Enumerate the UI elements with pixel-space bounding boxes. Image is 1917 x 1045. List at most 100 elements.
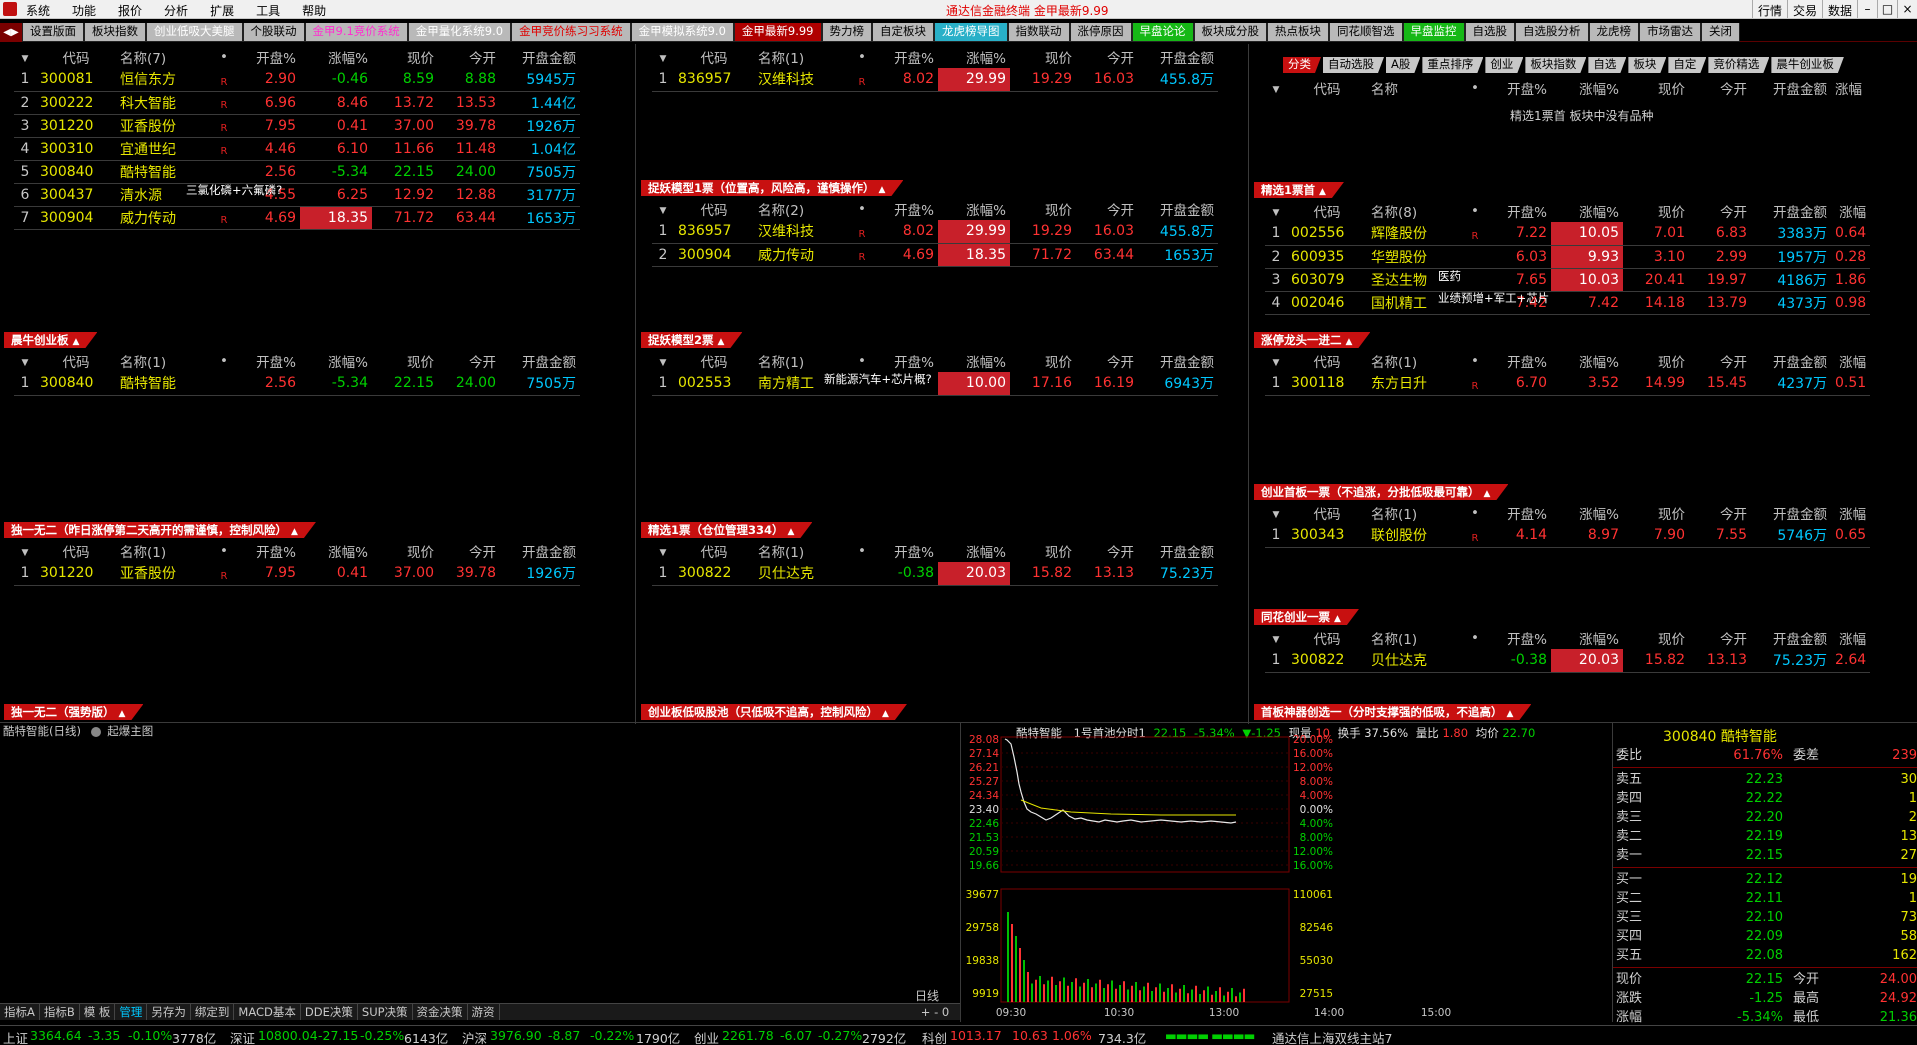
column-header[interactable]: 现价 xyxy=(1623,350,1689,372)
minimize-icon[interactable]: – xyxy=(1857,0,1877,18)
column-header[interactable]: 现价 xyxy=(1623,502,1689,524)
column-header[interactable]: 开盘% xyxy=(870,46,938,68)
column-header[interactable]: 代码 xyxy=(1287,502,1367,524)
tab-0[interactable]: 设置版面 xyxy=(22,23,84,42)
column-header[interactable]: ▼ xyxy=(652,540,674,562)
tab-21[interactable]: 龙虎榜 xyxy=(1588,23,1639,42)
column-header[interactable]: • xyxy=(854,540,870,562)
category-button[interactable]: 竞价精选 xyxy=(1708,57,1769,73)
column-header[interactable]: 现价 xyxy=(1010,540,1076,562)
tab-17[interactable]: 同花顺智选 xyxy=(1329,23,1403,42)
menu-item[interactable]: 功能 xyxy=(72,2,96,19)
category-button[interactable]: 自定 xyxy=(1668,57,1706,73)
column-header[interactable]: 今开 xyxy=(1689,350,1751,372)
sh-label[interactable]: 上证 xyxy=(3,1028,28,1045)
menu-item[interactable]: 扩展 xyxy=(210,2,234,19)
column-header[interactable]: 涨幅% xyxy=(1551,200,1623,222)
column-header[interactable]: 涨幅% xyxy=(300,46,372,68)
table-row[interactable]: 1 836957 汉维科技 R 8.02 29.99 19.29 16.03 455.8万 xyxy=(652,68,1218,92)
column-header[interactable]: 现价 xyxy=(1623,77,1689,99)
column-header[interactable]: 名称(1) xyxy=(1367,350,1467,372)
column-header[interactable]: 开盘% xyxy=(1483,627,1551,649)
column-header[interactable]: 今开 xyxy=(1689,77,1751,99)
column-header[interactable]: 涨幅 xyxy=(1831,627,1870,649)
indicator-tab[interactable]: MACD基本 xyxy=(234,1004,301,1020)
category-button[interactable]: 板块指数 xyxy=(1525,57,1586,73)
column-header[interactable]: ▼ xyxy=(652,46,674,68)
category-button[interactable]: 自动选股 xyxy=(1323,57,1384,73)
column-header[interactable]: 名称(1) xyxy=(754,350,854,372)
tab-8[interactable]: 金甲最新9.99 xyxy=(733,23,822,42)
table-row[interactable]: 1 002553 南方精工 10.00 17.16 16.19 6943万 xyxy=(652,372,1218,396)
indicator-tab[interactable]: 模 板 xyxy=(80,1004,116,1020)
column-header[interactable]: • xyxy=(1467,350,1483,372)
tab-9[interactable]: 势力榜 xyxy=(821,23,872,42)
column-header[interactable]: 开盘% xyxy=(232,350,300,372)
tab-23[interactable]: 关闭 xyxy=(1701,23,1740,42)
table-row[interactable]: 1 836957 汉维科技 R 8.02 29.99 19.29 16.03 455.8万 xyxy=(652,220,1218,244)
tab-19[interactable]: 自选股 xyxy=(1464,23,1515,42)
column-header[interactable]: 名称(1) xyxy=(116,350,216,372)
panel-title[interactable]: 创业板低吸股池（只低吸不追高，控制风险） xyxy=(641,704,907,720)
table-row[interactable]: 4 300310 宜通世纪 R 4.46 6.10 11.66 11.48 1.04亿 xyxy=(14,137,580,161)
column-header[interactable]: 现价 xyxy=(372,350,438,372)
tab-16[interactable]: 热点板块 xyxy=(1267,23,1329,42)
column-header[interactable]: 今开 xyxy=(1076,198,1138,220)
quote-button[interactable]: 行情 xyxy=(1751,0,1787,18)
column-header[interactable]: 开盘金额 xyxy=(500,350,580,372)
column-header[interactable]: 涨幅 xyxy=(1831,77,1866,99)
column-header[interactable]: 名称(1) xyxy=(754,46,854,68)
indicator-tab[interactable]: 指标B xyxy=(40,1004,80,1020)
panel-title[interactable]: 捉妖模型1票（位置高，风险高，谨慎操作） xyxy=(641,180,903,196)
category-button[interactable]: 晨牛创业板 xyxy=(1771,57,1844,73)
column-header[interactable]: • xyxy=(216,46,232,68)
sz-label[interactable]: 深证 xyxy=(230,1028,255,1045)
indicator-tab[interactable]: 另存为 xyxy=(147,1004,191,1020)
column-header[interactable]: 现价 xyxy=(372,540,438,562)
column-header[interactable]: 开盘金额 xyxy=(1138,540,1218,562)
column-header[interactable]: 开盘% xyxy=(870,350,938,372)
column-header[interactable]: 涨幅% xyxy=(1551,77,1623,99)
column-header[interactable]: 今开 xyxy=(1076,46,1138,68)
close-icon[interactable]: × xyxy=(1897,0,1917,18)
menu-item[interactable]: 工具 xyxy=(256,2,280,19)
tab-20[interactable]: 自选股分析 xyxy=(1515,23,1589,42)
maximize-icon[interactable]: □ xyxy=(1877,0,1897,18)
kline-overlay-label[interactable]: 起爆主图 xyxy=(107,724,153,738)
column-header[interactable]: • xyxy=(854,350,870,372)
period-label[interactable]: 日线 xyxy=(915,987,939,1004)
column-header[interactable]: ▼ xyxy=(14,46,36,68)
column-header[interactable]: 代码 xyxy=(674,350,754,372)
menu-item[interactable]: 系统 xyxy=(26,2,50,19)
column-header[interactable]: 现价 xyxy=(1623,200,1689,222)
table-row[interactable]: 6 300437 清水源 4.55 6.25 12.92 12.88 3177万 xyxy=(14,183,580,207)
column-header[interactable]: 名称 xyxy=(1367,77,1467,99)
column-header[interactable]: 开盘% xyxy=(870,540,938,562)
column-header[interactable]: 涨幅% xyxy=(938,198,1010,220)
panel-title[interactable]: 独一无二（昨日涨停第二天高开的需谨慎，控制风险） xyxy=(4,522,316,538)
table-row[interactable]: 2 300904 威力传动 R 4.69 18.35 71.72 63.44 1653万 xyxy=(652,243,1218,267)
column-header[interactable]: 涨幅% xyxy=(300,350,372,372)
column-header[interactable]: 名称(1) xyxy=(1367,502,1467,524)
column-header[interactable]: 现价 xyxy=(1010,350,1076,372)
category-button[interactable]: 分类 xyxy=(1283,57,1321,73)
column-header[interactable]: 开盘金额 xyxy=(500,540,580,562)
table-row[interactable]: 1 002556 辉隆股份 R 7.22 10.05 7.01 6.83 3383万 0.64 xyxy=(1265,222,1871,246)
panel-title[interactable]: 精选1票首 xyxy=(1254,182,1344,198)
panel-title[interactable]: 创业首板一票（不追涨，分批低吸最可靠） xyxy=(1254,484,1508,500)
column-header[interactable]: 开盘% xyxy=(232,46,300,68)
column-header[interactable]: 名称(1) xyxy=(1367,627,1467,649)
column-header[interactable]: ▼ xyxy=(1265,200,1287,222)
intraday-chart[interactable]: 酷特智能 1号首池分时1 22.15 -5.34% ▼-1.25 现量 10 换… xyxy=(960,722,1612,1022)
panel-title[interactable]: 同花创业一票 xyxy=(1254,609,1359,625)
column-header[interactable]: 涨幅 xyxy=(1831,350,1870,372)
column-header[interactable]: 现价 xyxy=(1623,627,1689,649)
column-header[interactable]: 现价 xyxy=(1010,198,1076,220)
column-header[interactable]: 名称(8) xyxy=(1367,200,1467,222)
table-row[interactable]: 1 300118 东方日升 R 6.70 3.52 14.99 15.45 4237万 0.51 xyxy=(1265,372,1871,396)
column-header[interactable]: ▼ xyxy=(1265,77,1287,99)
hs-label[interactable]: 沪深 xyxy=(462,1028,487,1045)
tab-2[interactable]: 创业低吸大美腿 xyxy=(146,23,243,42)
category-button[interactable]: 板块 xyxy=(1628,57,1666,73)
tab-15[interactable]: 板块成分股 xyxy=(1193,23,1267,42)
